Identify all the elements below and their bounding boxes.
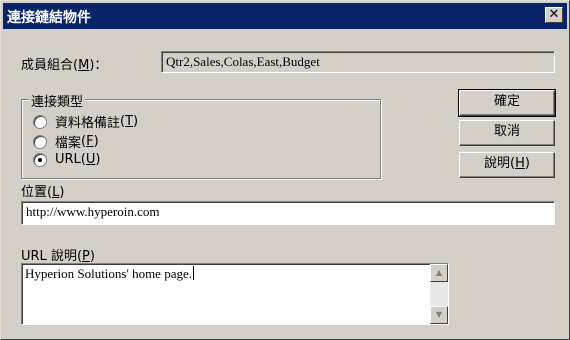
- help-button[interactable]: 說明(H): [459, 152, 555, 178]
- radio-label: URL: [55, 152, 81, 167]
- location-accel: L: [52, 185, 60, 200]
- url-desc-text: Hyperion Solutions' home page.: [25, 266, 194, 282]
- dialog-window: 連接鏈結物件 ✕ 成員組合(M)： Qtr2,Sales,Colas,East,…: [0, 0, 570, 340]
- radio-file[interactable]: 檔案(F): [33, 132, 99, 151]
- close-button[interactable]: ✕: [545, 7, 563, 23]
- url-desc-textarea[interactable]: Hyperion Solutions' home page. ▲ ▼: [21, 263, 449, 325]
- vertical-scrollbar[interactable]: ▲ ▼: [430, 264, 448, 324]
- url-desc-label-text: URL 說明: [21, 249, 77, 264]
- title-bar[interactable]: 連接鏈結物件 ✕: [3, 3, 567, 29]
- link-type-group-title: 連接類型: [29, 91, 86, 110]
- location-label: 位置(L): [21, 185, 65, 200]
- member-combo-suffix: ：: [94, 58, 108, 73]
- scroll-down-arrow-icon[interactable]: ▼: [430, 306, 448, 324]
- text-caret: [193, 266, 194, 280]
- member-combo-label: 成員組合(M)：: [21, 58, 108, 73]
- radio-cell-note[interactable]: 資料格備註(T): [33, 112, 138, 131]
- radio-button[interactable]: [33, 134, 47, 149]
- help-button-label: 說明: [484, 156, 511, 171]
- url-desc-value: Hyperion Solutions' home page.: [25, 266, 192, 281]
- radio-label: 資料格備註: [55, 116, 121, 131]
- radio-accel: U: [85, 152, 96, 167]
- radio-url[interactable]: URL(U): [33, 152, 100, 167]
- radio-button[interactable]: [33, 114, 47, 129]
- window-title: 連接鏈結物件: [7, 10, 91, 26]
- url-desc-accel: P: [82, 249, 90, 264]
- location-label-text: 位置: [21, 185, 48, 200]
- radio-accel: F: [86, 134, 94, 149]
- radio-label: 檔案: [55, 136, 82, 151]
- cancel-button[interactable]: 取消: [459, 120, 555, 146]
- member-combo-label-text: 成員組合: [21, 58, 74, 73]
- member-combo-field: Qtr2,Sales,Colas,East,Budget: [161, 51, 555, 73]
- radio-accel: T: [125, 114, 134, 129]
- help-button-accel: H: [515, 156, 525, 171]
- member-combo-accel: M: [78, 58, 90, 73]
- location-input[interactable]: http://www.hyperoin.com: [21, 201, 555, 225]
- radio-button-selected[interactable]: [33, 152, 47, 167]
- ok-button[interactable]: 確定: [458, 89, 556, 117]
- url-desc-label: URL 說明(P): [21, 249, 95, 264]
- scroll-up-arrow-icon[interactable]: ▲: [430, 264, 448, 282]
